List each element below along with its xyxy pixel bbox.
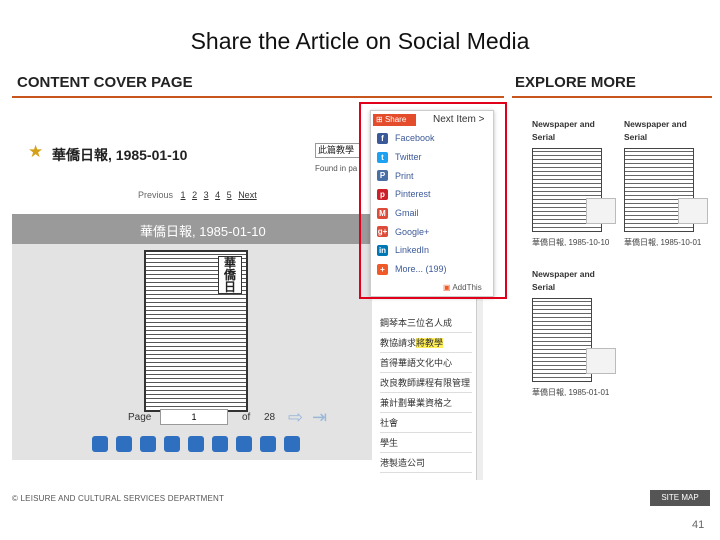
list-item[interactable]: 港製造公司 — [380, 453, 472, 473]
last-page-arrow-icon[interactable]: ⇥ — [312, 407, 327, 428]
list-item[interactable]: 首得華語文化中心 — [380, 353, 472, 373]
rotate-left-icon[interactable] — [92, 436, 108, 452]
article-text-list: 鋼琴本三位名人成 教協請求將教學 首得華語文化中心 改良教師課程有限管理 兼計劃… — [380, 313, 480, 473]
fullscreen-icon[interactable] — [284, 436, 300, 452]
favorite-star-icon[interactable]: ★ — [28, 142, 43, 162]
section-rule-right — [512, 96, 712, 98]
card-caption: 華僑日報, 1985-10-01 — [624, 238, 702, 247]
pager-page-3[interactable]: 3 — [204, 190, 209, 200]
fit-width-icon[interactable] — [164, 436, 180, 452]
list-item[interactable]: 學生 — [380, 433, 472, 453]
fit-height-icon[interactable] — [188, 436, 204, 452]
content-cover-page-heading: CONTENT COVER PAGE — [17, 74, 193, 91]
explore-card[interactable]: Newspaper and Serial 華僑日報, 1985-10-01 — [624, 118, 704, 248]
card-caption: 華僑日報, 1985-01-01 — [532, 388, 610, 397]
article-title: 華僑日報, 1985-01-10 — [52, 147, 188, 163]
newspaper-overlay-icon — [586, 198, 616, 224]
newspaper-page-image: 華僑日 — [144, 250, 248, 412]
card-thumbnail — [532, 298, 592, 382]
explore-more-heading: EXPLORE MORE — [515, 74, 636, 91]
pager-previous[interactable]: Previous — [138, 190, 173, 200]
pager-page-4[interactable]: 4 — [215, 190, 220, 200]
fit-page-icon[interactable] — [140, 436, 156, 452]
page-label: Page — [128, 412, 152, 423]
card-heading: Newspaper and Serial — [532, 119, 595, 142]
share-highlight-box — [359, 102, 507, 299]
pager-next[interactable]: Next — [238, 190, 257, 200]
zoom-out-icon[interactable] — [260, 436, 276, 452]
card-heading: Newspaper and Serial — [532, 269, 595, 292]
newspaper-overlay-icon — [678, 198, 708, 224]
list-item[interactable]: 社會 — [380, 413, 472, 433]
rotate-right-icon[interactable] — [116, 436, 132, 452]
search-in-page-tab[interactable]: 此篇教學 — [315, 143, 361, 158]
explore-card[interactable]: Newspaper and Serial 華僑日報, 1985-10-10 — [532, 118, 612, 248]
newspaper-overlay-icon — [586, 348, 616, 374]
slide-page-number: 41 — [692, 519, 705, 531]
list-item[interactable]: 鋼琴本三位名人成 — [380, 313, 472, 333]
viewer-toolbar — [92, 436, 308, 457]
list-item[interactable]: 教協請求將教學 — [380, 333, 472, 353]
viewer-title-bar: 華僑日報, 1985-01-10 — [12, 214, 372, 244]
footer-org-text: © LEISURE AND CULTURAL SERVICES DEPARTME… — [12, 494, 225, 503]
pager-page-1[interactable]: 1 — [181, 190, 186, 200]
masthead-block: 華僑日 — [218, 256, 242, 294]
list-item[interactable]: 改良教師課程有限管理 — [380, 373, 472, 393]
found-in-page-label: Found in pa — [315, 164, 358, 173]
next-page-arrow-icon[interactable]: ⇨ — [288, 407, 303, 428]
card-heading: Newspaper and Serial — [624, 119, 687, 142]
card-caption: 華僑日報, 1985-10-10 — [532, 238, 610, 247]
actual-size-icon[interactable] — [212, 436, 228, 452]
total-pages: 28 — [264, 412, 276, 423]
pager: Previous 1 2 3 4 5 Next — [138, 190, 261, 200]
text-list-scrollbar[interactable] — [476, 298, 483, 480]
pager-page-5[interactable]: 5 — [227, 190, 232, 200]
pager-page-2[interactable]: 2 — [192, 190, 197, 200]
document-viewer[interactable]: 華僑日 Page of 28 ⇨ ⇥ — [12, 244, 372, 460]
search-highlight: 將教學 — [416, 338, 444, 348]
site-map-button[interactable]: SITE MAP — [650, 490, 710, 506]
list-item[interactable]: 兼計劃畢業資格之 — [380, 393, 472, 413]
slide-title: Share the Article on Social Media — [190, 28, 530, 54]
page-number-input[interactable] — [160, 409, 228, 425]
viewer-title: 華僑日報, 1985-01-10 — [140, 224, 266, 239]
section-rule-left — [12, 96, 504, 98]
explore-card[interactable]: Newspaper and Serial 華僑日報, 1985-01-01 — [532, 268, 612, 398]
of-label: of — [242, 412, 251, 423]
zoom-in-icon[interactable] — [236, 436, 252, 452]
